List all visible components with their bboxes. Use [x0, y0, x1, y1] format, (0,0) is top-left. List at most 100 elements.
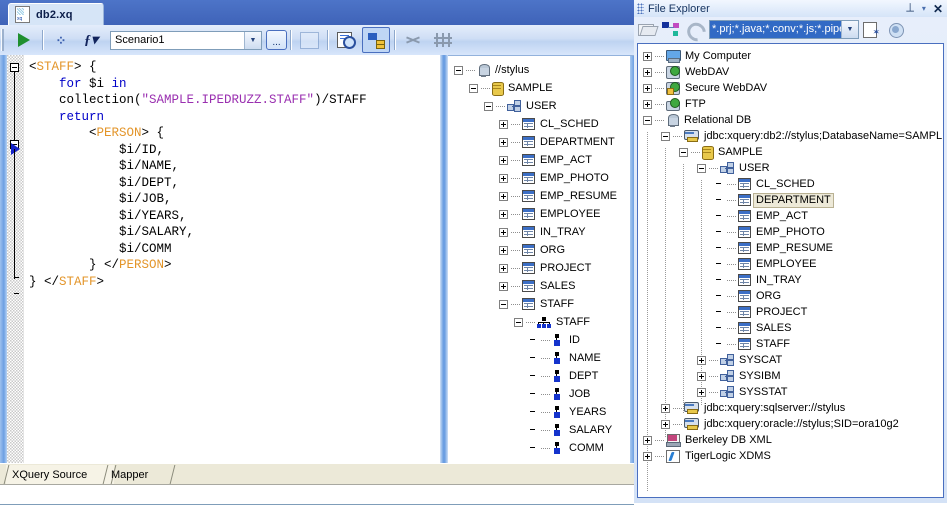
tree-node[interactable]: EMP_RESUME: [715, 240, 835, 256]
collapse-minus-icon[interactable]: [484, 101, 493, 111]
tree-node[interactable]: EMP_RESUME: [499, 188, 619, 204]
expand-plus-icon[interactable]: [499, 263, 508, 273]
expand-plus-icon[interactable]: [499, 119, 508, 129]
scenario-combobox[interactable]: Scenario1 ▼: [110, 30, 262, 50]
expand-plus-icon[interactable]: [661, 403, 670, 413]
toolbar-grip[interactable]: [1, 29, 9, 51]
open-folder-button[interactable]: [634, 18, 658, 40]
tab-mapper[interactable]: Mapper: [102, 465, 176, 484]
file-filter-value[interactable]: *.prj;*.java;*.conv;*.js;*.pipeline: [710, 20, 841, 38]
tree-node[interactable]: Berkeley DB XML: [643, 432, 774, 448]
expand-plus-icon[interactable]: [499, 137, 508, 147]
export-button[interactable]: [295, 27, 323, 53]
expand-plus-icon[interactable]: [697, 387, 706, 397]
tree-node[interactable]: EMP_ACT: [499, 152, 594, 168]
mapper-view-button[interactable]: [362, 27, 390, 53]
tree-node[interactable]: IN_TRAY: [499, 224, 588, 240]
code-editor[interactable]: <STAFF> { for $i in collection("SAMPLE.I…: [25, 55, 443, 463]
expand-plus-icon[interactable]: [499, 281, 508, 291]
vertical-splitter[interactable]: [440, 55, 448, 463]
tree-node[interactable]: SALES: [715, 320, 793, 336]
tree-node[interactable]: DEPT: [529, 368, 600, 384]
tree-node[interactable]: jdbc:xquery:db2://stylus;DatabaseName=SA…: [661, 128, 943, 144]
code-folding-margin[interactable]: [7, 55, 25, 463]
expand-plus-icon[interactable]: [499, 209, 508, 219]
tree-node[interactable]: WebDAV: [643, 64, 731, 80]
tree-node[interactable]: TigerLogic XDMS: [643, 448, 773, 464]
tree-node[interactable]: YEARS: [529, 404, 608, 420]
fold-toggle-staff[interactable]: [10, 63, 19, 72]
panel-grip-icon[interactable]: [637, 3, 644, 14]
options-button[interactable]: [883, 18, 907, 40]
tree-node[interactable]: CL_SCHED: [499, 116, 601, 132]
expand-plus-icon[interactable]: [499, 227, 508, 237]
collapse-minus-icon[interactable]: [499, 299, 508, 309]
tree-node[interactable]: SALES: [499, 278, 577, 294]
chevron-down-icon[interactable]: ▼: [244, 31, 261, 49]
tree-node[interactable]: DEPARTMENT: [715, 192, 834, 208]
expand-plus-icon[interactable]: [643, 67, 652, 77]
collapse-minus-icon[interactable]: [643, 115, 652, 125]
tree-node[interactable]: STAFF: [715, 336, 792, 352]
tree-node[interactable]: FTP: [643, 96, 708, 112]
tree-node[interactable]: ORG: [499, 242, 567, 258]
tree-node[interactable]: SYSIBM: [697, 368, 783, 384]
tree-node[interactable]: JOB: [529, 386, 592, 402]
expand-plus-icon[interactable]: [499, 155, 508, 165]
expand-plus-icon[interactable]: [499, 173, 508, 183]
expand-plus-icon[interactable]: [643, 99, 652, 109]
tree-node[interactable]: STAFF: [514, 314, 592, 330]
expand-plus-icon[interactable]: [499, 191, 508, 201]
expand-plus-icon[interactable]: [643, 51, 652, 61]
expand-plus-icon[interactable]: [499, 245, 508, 255]
collapse-links-button[interactable]: [399, 27, 427, 53]
tree-node[interactable]: Relational DB: [643, 112, 753, 128]
collapse-minus-icon[interactable]: [514, 317, 523, 327]
tree-node[interactable]: Secure WebDAV: [643, 80, 769, 96]
refresh-button[interactable]: [682, 18, 706, 40]
schema-tree[interactable]: //stylus SAMPLE USER CL_SCHED DEPARTMENT EMP_…: [448, 56, 630, 464]
scenario-settings-button[interactable]: ...: [266, 30, 287, 50]
edit-filter-button[interactable]: ✶: [859, 18, 883, 40]
chevron-down-icon[interactable]: ▾: [922, 4, 926, 13]
tree-node[interactable]: EMPLOYEE: [715, 256, 819, 272]
collapse-minus-icon[interactable]: [661, 131, 670, 141]
debug-button[interactable]: ⁘: [47, 27, 75, 53]
tree-node[interactable]: STAFF: [499, 296, 576, 312]
tree-node[interactable]: SAMPLE: [469, 80, 555, 96]
new-connection-button[interactable]: [658, 18, 682, 40]
document-tab-db2xq[interactable]: db2.xq: [8, 3, 104, 25]
code-text[interactable]: <STAFF> { for $i in collection("SAMPLE.I…: [25, 55, 443, 290]
tab-xquery-source[interactable]: XQuery Source: [3, 465, 117, 484]
expand-plus-icon[interactable]: [697, 355, 706, 365]
tree-node[interactable]: COMM: [529, 440, 606, 456]
grid-layout-button[interactable]: [429, 27, 457, 53]
tree-node[interactable]: EMPLOYEE: [499, 206, 603, 222]
file-explorer-tree[interactable]: My Computer WebDAV Secure WebDAV FTP Relatio…: [638, 44, 943, 497]
tree-node[interactable]: DEPARTMENT: [499, 134, 617, 150]
expand-plus-icon[interactable]: [661, 419, 670, 429]
chevron-down-icon[interactable]: ▼: [841, 20, 858, 38]
tree-node[interactable]: My Computer: [643, 48, 753, 64]
tree-node[interactable]: PROJECT: [715, 304, 809, 320]
tree-node[interactable]: USER: [697, 160, 772, 176]
expand-plus-icon[interactable]: [697, 371, 706, 381]
tree-node[interactable]: EMP_PHOTO: [499, 170, 611, 186]
tree-node[interactable]: ORG: [715, 288, 783, 304]
collapse-minus-icon[interactable]: [454, 65, 463, 75]
tree-node[interactable]: //stylus: [454, 62, 531, 78]
tree-node[interactable]: SYSCAT: [697, 352, 784, 368]
pin-icon[interactable]: ⊥: [905, 2, 915, 14]
tree-node[interactable]: NAME: [529, 350, 603, 366]
collapse-minus-icon[interactable]: [469, 83, 478, 93]
run-button[interactable]: [10, 27, 38, 53]
close-icon[interactable]: ✕: [933, 3, 943, 15]
tree-node[interactable]: jdbc:xquery:oracle://stylus;SID=ora10g2: [661, 416, 901, 432]
collapse-minus-icon[interactable]: [679, 147, 688, 157]
expand-plus-icon[interactable]: [643, 451, 652, 461]
functions-button[interactable]: ƒ▾: [77, 27, 105, 53]
tree-node[interactable]: EMP_ACT: [715, 208, 810, 224]
tree-node[interactable]: IN_TRAY: [715, 272, 804, 288]
expand-plus-icon[interactable]: [643, 83, 652, 93]
tree-node[interactable]: CL_SCHED: [715, 176, 817, 192]
